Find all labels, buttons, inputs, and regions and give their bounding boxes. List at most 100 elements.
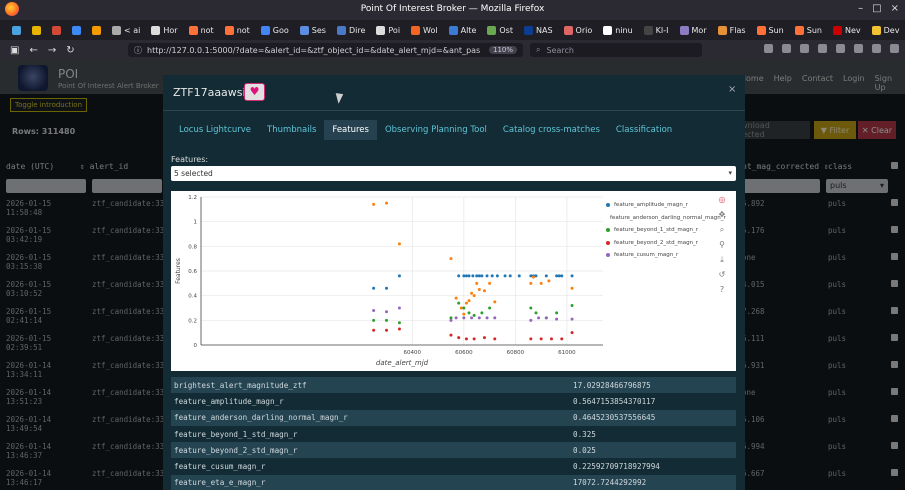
- extension-icon[interactable]: [854, 44, 863, 53]
- browser-tab[interactable]: Sun: [753, 22, 788, 38]
- pan-icon[interactable]: ✥: [717, 210, 727, 220]
- tab-favicon-icon: [487, 25, 497, 35]
- data-point: [555, 274, 559, 278]
- legend-marker: [606, 203, 610, 208]
- search-bar[interactable]: ⌕ Search: [530, 43, 702, 57]
- data-point: [397, 274, 401, 278]
- legend-item[interactable]: feature_anderson_darling_normal_magn_r: [606, 212, 726, 225]
- heart-icon: ♥: [249, 85, 260, 98]
- data-point: [480, 311, 484, 315]
- legend-item[interactable]: feature_beyond_2_std_magn_r: [606, 237, 709, 250]
- extension-icon[interactable]: [764, 44, 773, 53]
- sidebar-icon[interactable]: ▣: [10, 45, 19, 56]
- data-point: [560, 274, 564, 278]
- browser-tab[interactable]: [8, 22, 25, 38]
- feature-row: feature_beyond_1_std_magn_r 0.325: [171, 426, 736, 442]
- browser-tab[interactable]: Ost: [483, 22, 517, 38]
- browser-tab[interactable]: Wol: [407, 22, 442, 38]
- maximize-icon[interactable]: □: [872, 3, 881, 14]
- browser-tab[interactable]: Poi: [372, 22, 404, 38]
- browser-tab[interactable]: Flas: [714, 22, 750, 38]
- tab-strip: < ai Hor not not Goo Ses Dire Poi Wol Alte Ost NAS O…: [0, 20, 905, 40]
- data-point: [459, 306, 463, 310]
- browser-tab[interactable]: ninu: [599, 22, 636, 38]
- menu-icon[interactable]: [890, 44, 899, 53]
- tab-observing-planning-tool[interactable]: Observing Planning Tool: [377, 120, 495, 140]
- back-icon[interactable]: ←: [29, 45, 37, 56]
- features-plot[interactable]: 0 0.2 0.4 0.6 0.8 1 1.2 60400 60600 60800 61000 dat…: [171, 191, 736, 371]
- tab-locus-lightcurve[interactable]: Locus Lightcurve: [171, 120, 259, 140]
- zoom-icon[interactable]: ⌕: [717, 225, 727, 235]
- reload-icon[interactable]: ↻: [66, 45, 74, 56]
- close-icon[interactable]: ×: [728, 84, 736, 95]
- browser-tab[interactable]: Orio: [560, 22, 597, 38]
- bokeh-logo-icon[interactable]: ◎: [717, 195, 727, 205]
- browser-tab[interactable]: [48, 22, 65, 38]
- browser-tab[interactable]: Mor: [676, 22, 711, 38]
- tab-favicon-icon: [224, 25, 234, 35]
- features-selected-value: 5 selected: [174, 169, 213, 178]
- data-point: [470, 291, 474, 295]
- data-point: [457, 274, 461, 278]
- browser-tab[interactable]: < ai: [108, 22, 144, 38]
- y-tick-label: 0.6: [188, 269, 197, 275]
- extension-icon[interactable]: [836, 44, 845, 53]
- browser-tab-label: Dire: [348, 25, 366, 35]
- feature-name: feature_anderson_darling_normal_magn_r: [174, 413, 348, 423]
- wheel-zoom-icon[interactable]: ⚲: [717, 240, 727, 250]
- legend-marker: [606, 240, 610, 245]
- features-multiselect[interactable]: 5 selected ▾: [171, 166, 736, 181]
- browser-tab[interactable]: Sun: [791, 22, 826, 38]
- browser-tab[interactable]: Dire: [333, 22, 369, 38]
- data-point: [534, 274, 538, 278]
- browser-tab[interactable]: [88, 22, 105, 38]
- browser-tab[interactable]: KI-I: [640, 22, 673, 38]
- tab-classification[interactable]: Classification: [608, 120, 680, 140]
- browser-tab-label: Orio: [575, 25, 593, 35]
- page-info-icon[interactable]: ⓘ: [134, 45, 142, 56]
- extension-icon[interactable]: [782, 44, 791, 53]
- data-point: [517, 274, 521, 278]
- browser-tab[interactable]: NAS: [520, 22, 557, 38]
- browser-tab[interactable]: Nev: [829, 22, 865, 38]
- legend-item[interactable]: feature_amplitude_magn_r: [606, 199, 709, 212]
- minimize-icon[interactable]: –: [858, 3, 863, 14]
- x-tick-label: 60800: [507, 350, 525, 356]
- save-icon[interactable]: ⤓: [717, 255, 727, 265]
- tab-features[interactable]: Features: [324, 120, 377, 140]
- forward-icon[interactable]: →: [48, 45, 56, 56]
- legend-item[interactable]: feature_beyond_1_std_magn_r: [606, 224, 709, 237]
- browser-tab[interactable]: not: [185, 22, 218, 38]
- data-point: [555, 317, 559, 321]
- close-window-icon[interactable]: ×: [891, 3, 899, 14]
- tab-catalog-cross-matches[interactable]: Catalog cross-matches: [495, 120, 608, 140]
- data-point: [449, 333, 453, 337]
- browser-tab[interactable]: Alte: [445, 22, 481, 38]
- chart-legend[interactable]: feature_amplitude_magn_r feature_anderson…: [606, 199, 726, 262]
- search-icon: ⌕: [536, 45, 541, 54]
- extension-icon[interactable]: [800, 44, 809, 53]
- extension-icon[interactable]: [818, 44, 827, 53]
- browser-tab[interactable]: Dev: [868, 22, 904, 38]
- data-point: [570, 317, 574, 321]
- data-point: [472, 337, 476, 341]
- help-icon[interactable]: ?: [717, 285, 727, 295]
- legend-label: feature_cusum_magn_r: [614, 252, 679, 259]
- favorite-button[interactable]: ♥: [244, 83, 265, 101]
- data-point: [372, 328, 376, 332]
- legend-item[interactable]: feature_cusum_magn_r: [606, 249, 709, 262]
- browser-tab[interactable]: [68, 22, 85, 38]
- browser-tab[interactable]: not: [221, 22, 254, 38]
- extension-icon[interactable]: [872, 44, 881, 53]
- browser-tab[interactable]: Ses: [296, 22, 330, 38]
- browser-tab[interactable]: [28, 22, 45, 38]
- tab-favicon-icon: [679, 25, 689, 35]
- reset-icon[interactable]: ↺: [717, 270, 727, 280]
- tab-favicon-icon: [832, 25, 842, 35]
- tab-favicon-icon: [376, 25, 386, 35]
- browser-tab[interactable]: Goo: [257, 22, 293, 38]
- url-bar[interactable]: ⓘ http://127.0.0.1:5000/?date=&alert_id=…: [128, 43, 523, 57]
- zoom-indicator[interactable]: 110%: [488, 46, 517, 54]
- browser-tab[interactable]: Hor: [147, 22, 181, 38]
- tab-thumbnails[interactable]: Thumbnails: [259, 120, 324, 140]
